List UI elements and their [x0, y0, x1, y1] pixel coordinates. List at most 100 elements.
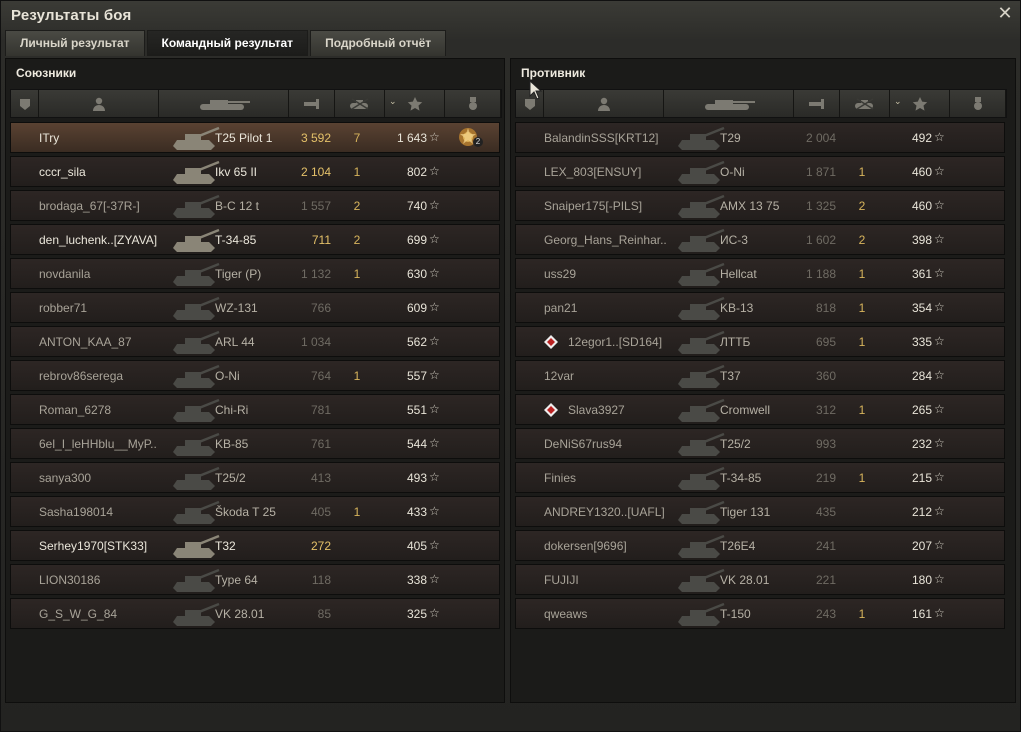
xp-value: 232: [911, 437, 932, 451]
enemies-player-row[interactable]: LEX_803[ENSUY] O-Ni 1 871 1 460 ☆: [515, 156, 1005, 187]
enemies-player-row[interactable]: uss29 Hellcat 1 188 1 361 ☆: [515, 258, 1005, 289]
allies-player-row[interactable]: LION30186 Type 64 118 338 ☆: [10, 564, 500, 595]
allies-player-row[interactable]: den_luchenk..[ZYAVA] T-34-85 711 2 699 ☆: [10, 224, 500, 255]
xp-value: 557: [406, 369, 427, 383]
vehicle-name: T25 Pilot 1: [215, 131, 273, 145]
allies-player-row[interactable]: ITry T25 Pilot 1 3 592 7 1 643 ☆ 2: [10, 122, 500, 153]
header-tank-icon[interactable]: [159, 90, 289, 117]
header-damage-icon[interactable]: [289, 90, 335, 117]
allies-player-row[interactable]: 6el_I_leHHblu__MyP.. KB-85 761 544 ☆: [10, 428, 500, 459]
player-name: cccr_sila: [39, 165, 86, 179]
clan-emblem-icon: [544, 335, 558, 349]
xp-value: 492: [911, 131, 932, 145]
tab-personal-result[interactable]: Личный результат: [5, 30, 145, 56]
medal-icon[interactable]: 2: [457, 126, 483, 150]
allies-player-row[interactable]: rebrov86serega O-Ni 764 1 557 ☆: [10, 360, 500, 391]
xp-star-icon: ☆: [429, 232, 440, 246]
header-damage-icon[interactable]: [794, 90, 840, 117]
enemies-player-row[interactable]: 12var T37 360 284 ☆: [515, 360, 1005, 391]
enemies-player-row[interactable]: Georg_Hans_Reinhar.. ИС-3 1 602 2 398 ☆: [515, 224, 1005, 255]
xp-star-icon: ☆: [429, 504, 440, 518]
damage-value: 2 104: [300, 165, 331, 179]
medal-count-badge: 2: [473, 137, 483, 147]
player-name: LION30186: [39, 573, 101, 587]
tank-icon: [674, 226, 726, 254]
allies-player-row[interactable]: sanya300 T25/2 413 493 ☆: [10, 462, 500, 493]
enemies-player-row[interactable]: DeNiS67rus94 T25/2 993 232 ☆: [515, 428, 1005, 459]
allies-player-row[interactable]: Serhey1970[STK33] T32 272 405 ☆: [10, 530, 500, 561]
allies-player-row[interactable]: novdanila Tiger (P) 1 132 1 630 ☆: [10, 258, 500, 289]
vehicle-name: T-150: [720, 607, 751, 621]
damage-value: 405: [310, 505, 331, 519]
xp-star-icon: ☆: [934, 402, 945, 416]
xp-value: 265: [911, 403, 932, 417]
header-squad-icon[interactable]: [11, 90, 39, 117]
mouse-cursor-icon: [529, 80, 543, 100]
vehicle-name: O-Ni: [720, 165, 745, 179]
kills-value: 7: [353, 131, 361, 145]
enemies-player-row[interactable]: pan21 KB-13 818 1 354 ☆: [515, 292, 1005, 323]
enemies-player-row[interactable]: 12egor1..[SD164] ЛТТБ 695 1 335 ☆: [515, 326, 1005, 357]
xp-value: 354: [911, 301, 932, 315]
close-icon[interactable]: ✕: [996, 4, 1014, 22]
allies-player-row[interactable]: G_S_W_G_84 VK 28.01 85 325 ☆: [10, 598, 500, 629]
header-tank-icon[interactable]: [664, 90, 794, 117]
header-kills-icon[interactable]: [840, 90, 890, 117]
player-name: LEX_803[ENSUY]: [544, 165, 642, 179]
xp-value: 699: [406, 233, 427, 247]
header-kills-icon[interactable]: [335, 90, 385, 117]
enemies-player-row[interactable]: qweaws T-150 243 1 161 ☆: [515, 598, 1005, 629]
vehicle-name: T26E4: [720, 539, 756, 553]
header-medal-icon[interactable]: [950, 90, 1006, 117]
xp-value: 493: [406, 471, 427, 485]
tank-icon: [169, 498, 221, 526]
enemies-player-row[interactable]: FUJIJI VK 28.01 221 180 ☆: [515, 564, 1005, 595]
xp-value: 460: [911, 199, 932, 213]
allies-player-row[interactable]: Roman_6278 Chi-Ri 781 551 ☆: [10, 394, 500, 425]
header-xp-star-icon[interactable]: ⌄: [385, 90, 445, 117]
enemies-player-row[interactable]: Slava3927 Cromwell 312 1 265 ☆: [515, 394, 1005, 425]
damage-value: 993: [815, 437, 836, 451]
player-name: G_S_W_G_84: [39, 607, 118, 621]
enemies-title: Противник: [521, 66, 586, 80]
vehicle-name: Ikv 65 II: [215, 165, 258, 179]
allies-player-row[interactable]: robber71 WZ-131 766 609 ☆: [10, 292, 500, 323]
header-xp-star-icon[interactable]: ⌄: [890, 90, 950, 117]
vehicle-name: T25/2: [215, 471, 246, 485]
allies-player-row[interactable]: cccr_sila Ikv 65 II 2 104 1 802 ☆: [10, 156, 500, 187]
header-medal-icon[interactable]: [445, 90, 501, 117]
player-name: Roman_6278: [39, 403, 112, 417]
enemies-player-row[interactable]: BalandinSSS[KRT12] T29 2 004 492 ☆: [515, 122, 1005, 153]
xp-value: 335: [911, 335, 932, 349]
enemies-table-header: ⌄: [515, 89, 1007, 118]
kills-value: 2: [353, 233, 361, 247]
allies-player-row[interactable]: Sasha198014 Škoda T 25 405 1 433 ☆: [10, 496, 500, 527]
player-name: ITry: [39, 131, 60, 145]
kills-value: 1: [858, 267, 866, 281]
damage-value: 243: [815, 607, 836, 621]
damage-value: 764: [310, 369, 331, 383]
vehicle-name: KB-13: [720, 301, 754, 315]
damage-value: 219: [815, 471, 836, 485]
vehicle-name: Tiger 131: [720, 505, 771, 519]
tab-team-result[interactable]: Командный результат: [146, 30, 309, 56]
enemies-player-row[interactable]: dokersen[9696] T26E4 241 207 ☆: [515, 530, 1005, 561]
kills-value: 1: [858, 471, 866, 485]
damage-value: 766: [310, 301, 331, 315]
tank-icon: [674, 124, 726, 152]
xp-value: 1 643: [396, 131, 427, 145]
xp-star-icon: ☆: [934, 538, 945, 552]
allies-panel: Союзники ⌄ ITry T25 Pilot 13 592 7 1 643 ☆ 2 c…: [5, 58, 505, 703]
header-player-icon[interactable]: [544, 90, 664, 117]
tab-detailed-report[interactable]: Подробный отчёт: [310, 30, 447, 56]
kills-value: 1: [858, 301, 866, 315]
enemies-player-row[interactable]: ANDREY1320..[UAFL] Tiger 131 435 212 ☆: [515, 496, 1005, 527]
allies-player-row[interactable]: ANTON_KAA_87 ARL 44 1 034 562 ☆: [10, 326, 500, 357]
player-name: Snaiper175[-PILS]: [544, 199, 643, 213]
xp-star-icon: ☆: [934, 300, 945, 314]
enemies-player-row[interactable]: Snaiper175[-PILS] AMX 13 75 1 325 2 460 ☆: [515, 190, 1005, 221]
allies-player-row[interactable]: brodaga_67[-37R-] B-C 12 t 1 557 2 740 ☆: [10, 190, 500, 221]
header-player-icon[interactable]: [39, 90, 159, 117]
window-title: Результаты боя: [11, 7, 132, 24]
enemies-player-row[interactable]: Finies T-34-85 219 1 215 ☆: [515, 462, 1005, 493]
